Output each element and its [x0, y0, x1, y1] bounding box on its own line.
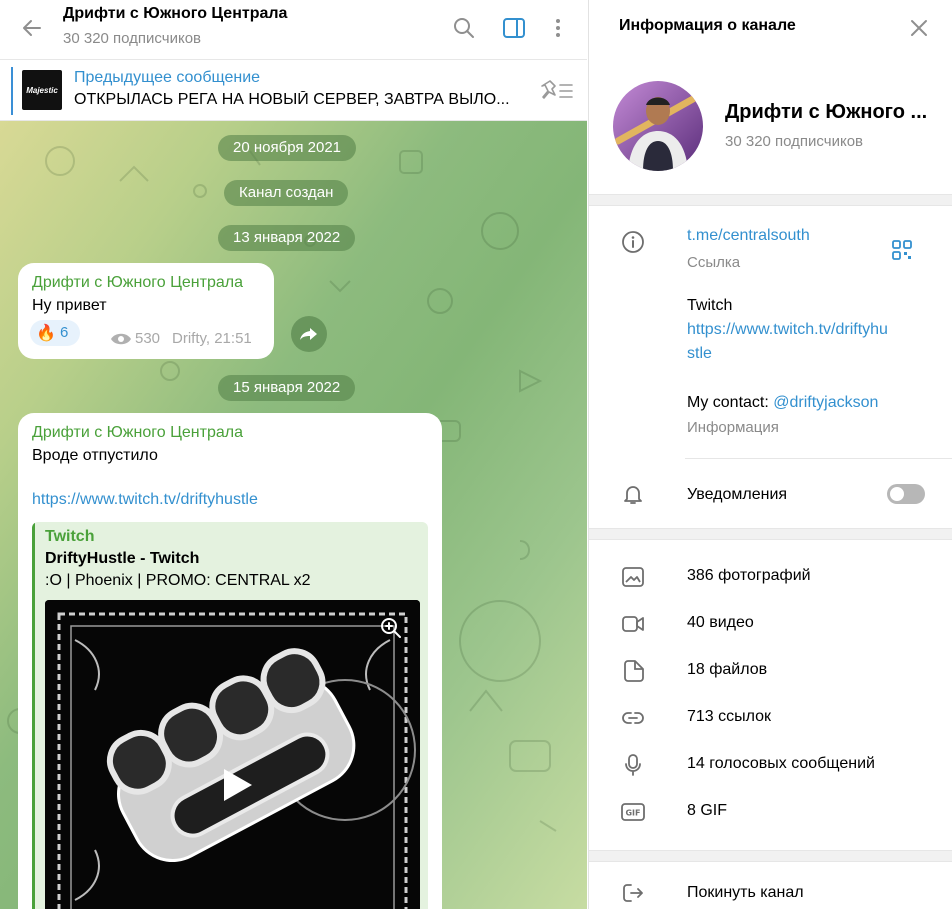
- notifications-label: Уведомления: [687, 486, 788, 503]
- media-label: 18 файлов: [687, 661, 768, 678]
- description-caption: Информация: [687, 419, 779, 436]
- link-preview[interactable]: Twitch DriftyHustle - Twitch :O | Phoeni…: [32, 522, 428, 909]
- media-label: 40 видео: [687, 614, 754, 631]
- toggle-knob: [888, 485, 906, 503]
- pinned-thumbnail: Majestic: [22, 70, 62, 110]
- description-line: Twitch: [687, 297, 733, 314]
- bandana-knuckles-artwork: [45, 600, 420, 909]
- channel-link[interactable]: t.me/centralsouth: [687, 227, 810, 245]
- pinned-list-icon[interactable]: [538, 78, 574, 104]
- panel-title: Информация о канале: [619, 17, 796, 34]
- media-photos-row[interactable]: 386 фотографий: [589, 554, 952, 601]
- pinned-text: ОТКРЫЛАСЬ РЕГА НА НОВЫЙ СЕРВЕР, ЗАВТРА В…: [74, 91, 510, 108]
- channel-subscriber-count: 30 320 подписчиков: [725, 133, 864, 150]
- notifications-toggle[interactable]: [887, 484, 925, 504]
- video-icon: [622, 616, 644, 632]
- leave-icon: [623, 884, 643, 902]
- contact-handle-link[interactable]: @driftyjackson: [773, 394, 878, 411]
- fire-emoji: 🔥: [36, 325, 56, 342]
- section-divider: [589, 194, 952, 206]
- chat-subscriber-count: 30 320 подписчиков: [63, 30, 202, 47]
- share-button[interactable]: [291, 316, 327, 352]
- date-separator: 13 января 2022: [218, 225, 356, 251]
- leave-channel-button[interactable]: Покинуть канал: [687, 884, 804, 902]
- message-bubble[interactable]: Дрифти с Южного Централа Вроде отпустило…: [18, 413, 442, 909]
- chat-header: Дрифти с Южного Централа 30 320 подписчи…: [0, 0, 587, 60]
- message-bubble[interactable]: Дрифти с Южного Централа Ну привет 🔥 6 5…: [18, 263, 274, 359]
- message-author[interactable]: Дрифти с Южного Централа: [32, 424, 243, 442]
- chat-background: 20 ноября 2021 Канал создан 13 января 20…: [0, 121, 587, 909]
- description-url[interactable]: https://www.twitch.tv/driftyhu: [687, 321, 888, 339]
- section-divider: [589, 850, 952, 862]
- media-voice-row[interactable]: 14 голосовых сообщений: [589, 742, 952, 789]
- message-signature: Drifty, 21:51: [172, 330, 252, 347]
- media-files-row[interactable]: 18 файлов: [589, 648, 952, 695]
- media-gif-row[interactable]: GIF 8 GIF: [589, 789, 952, 836]
- contact-prefix: My contact:: [687, 394, 774, 411]
- sidebar-toggle-icon[interactable]: [500, 14, 528, 42]
- play-icon[interactable]: [216, 765, 256, 805]
- channel-link-caption: Ссылка: [687, 254, 741, 271]
- reaction-count: 6: [60, 324, 69, 341]
- media-label: 14 голосовых сообщений: [687, 755, 875, 772]
- eye-icon: [111, 333, 131, 345]
- info-icon: [622, 231, 644, 253]
- chat-title[interactable]: Дрифти с Южного Централа: [63, 5, 287, 23]
- message-author[interactable]: Дрифти с Южного Централа: [32, 274, 243, 292]
- date-separator: 20 ноября 2021: [218, 135, 357, 161]
- pinned-message-bar[interactable]: Majestic Предыдущее сообщение ОТКРЫЛАСЬ …: [0, 61, 587, 121]
- photo-icon: [622, 567, 644, 587]
- divider: [685, 458, 952, 459]
- file-icon: [624, 660, 644, 682]
- channel-avatar[interactable]: [613, 81, 703, 171]
- view-count: 530: [135, 330, 161, 347]
- preview-image[interactable]: [45, 600, 420, 909]
- description-url-continued[interactable]: stle: [687, 345, 712, 363]
- channel-info-panel: Информация о канале Дрифти с Южного ... …: [588, 0, 952, 909]
- media-label: 8 GIF: [687, 802, 728, 819]
- microphone-icon: [625, 754, 641, 776]
- media-videos-row[interactable]: 40 видео: [589, 601, 952, 648]
- media-label: 386 фотографий: [687, 567, 811, 584]
- description-contact: My contact: @driftyjackson: [687, 394, 878, 412]
- service-message: Канал создан: [224, 180, 349, 206]
- preview-description: :O | Phoenix | PROMO: CENTRAL x2: [45, 572, 311, 589]
- search-icon[interactable]: [450, 14, 478, 42]
- zoom-in-icon[interactable]: [379, 616, 403, 640]
- share-icon: [300, 328, 317, 340]
- message-text: Вроде отпустило: [32, 447, 158, 464]
- close-icon[interactable]: [905, 14, 933, 42]
- date-separator: 15 января 2022: [218, 375, 356, 401]
- pinned-label: Предыдущее сообщение: [74, 69, 261, 86]
- qr-code-icon[interactable]: [891, 239, 913, 261]
- reaction-badge[interactable]: 🔥 6: [30, 320, 80, 346]
- message-link[interactable]: https://www.twitch.tv/driftyhustle: [32, 491, 258, 509]
- media-label: 713 ссылок: [687, 708, 772, 725]
- message-text: Ну привет: [32, 297, 107, 314]
- preview-accent-bar: [32, 522, 35, 909]
- bell-icon: [624, 486, 642, 504]
- channel-name: Дрифти с Южного ...: [725, 101, 928, 123]
- preview-site-name: Twitch: [45, 528, 95, 545]
- pinned-accent-bar: [11, 67, 13, 115]
- svg-text:GIF: GIF: [625, 809, 640, 818]
- link-icon: [622, 712, 644, 724]
- section-divider: [589, 528, 952, 540]
- chat-view: Дрифти с Южного Централа 30 320 подписчи…: [0, 0, 587, 909]
- gif-icon: GIF: [621, 803, 645, 821]
- preview-title: DriftyHustle - Twitch: [45, 550, 200, 567]
- more-vertical-icon[interactable]: [544, 14, 572, 42]
- media-links-row[interactable]: 713 ссылок: [589, 695, 952, 742]
- back-arrow-icon[interactable]: [18, 14, 46, 42]
